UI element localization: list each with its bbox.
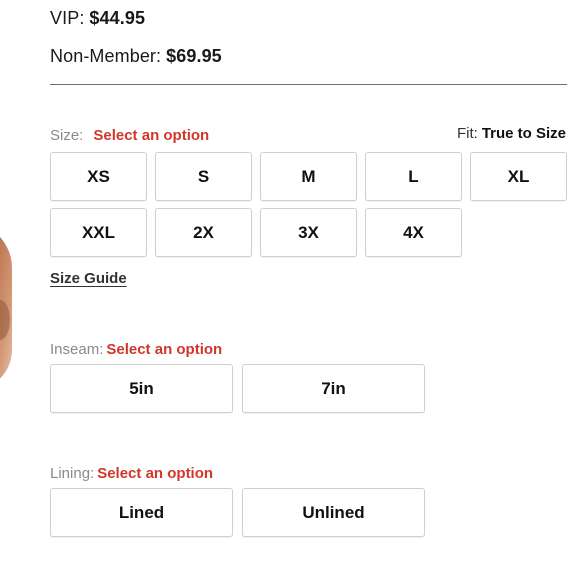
inseam-label: Inseam: — [50, 341, 104, 358]
fit-info: Fit: True to Size — [457, 125, 566, 142]
product-image-edge — [0, 0, 12, 580]
size-select-prompt: Select an option — [93, 127, 210, 144]
product-options-panel: VIP: $44.95 Non-Member: $69.95 Size: Select… — [0, 0, 580, 580]
lining-label-row: Lining: Select an option — [50, 465, 213, 482]
nonmember-price-row: Non-Member: $69.95 — [50, 46, 222, 67]
inseam-option-7in[interactable]: 7in — [242, 364, 425, 413]
size-guide-link[interactable]: Size Guide — [50, 270, 127, 287]
size-option-xs[interactable]: XS — [50, 152, 147, 201]
lining-option-unlined[interactable]: Unlined — [242, 488, 425, 537]
size-option-l[interactable]: L — [365, 152, 462, 201]
lining-select-prompt: Select an option — [97, 465, 214, 482]
size-label: Size: — [50, 127, 84, 144]
vip-price-value: $44.95 — [89, 8, 146, 28]
size-option-2x[interactable]: 2X — [155, 208, 252, 257]
size-option-m[interactable]: M — [260, 152, 357, 201]
size-option-4x[interactable]: 4X — [365, 208, 462, 257]
price-divider — [50, 84, 567, 85]
size-option-xl[interactable]: XL — [470, 152, 567, 201]
size-option-s[interactable]: S — [155, 152, 252, 201]
lining-option-lined[interactable]: Lined — [50, 488, 233, 537]
nonmember-price-label: Non-Member: — [50, 46, 162, 66]
size-label-row: Size: Select an option — [50, 127, 209, 144]
size-option-3x[interactable]: 3X — [260, 208, 357, 257]
nonmember-price-value: $69.95 — [166, 46, 222, 66]
size-option-xxl[interactable]: XXL — [50, 208, 147, 257]
lining-label: Lining: — [50, 465, 95, 482]
vip-price-label: VIP: — [50, 8, 85, 28]
fit-value: True to Size — [481, 125, 566, 142]
inseam-label-row: Inseam: Select an option — [50, 341, 222, 358]
inseam-select-prompt: Select an option — [106, 341, 223, 358]
inseam-option-5in[interactable]: 5in — [50, 364, 233, 413]
vip-price-row: VIP: $44.95 — [50, 8, 145, 29]
fit-label: Fit: — [456, 125, 478, 142]
